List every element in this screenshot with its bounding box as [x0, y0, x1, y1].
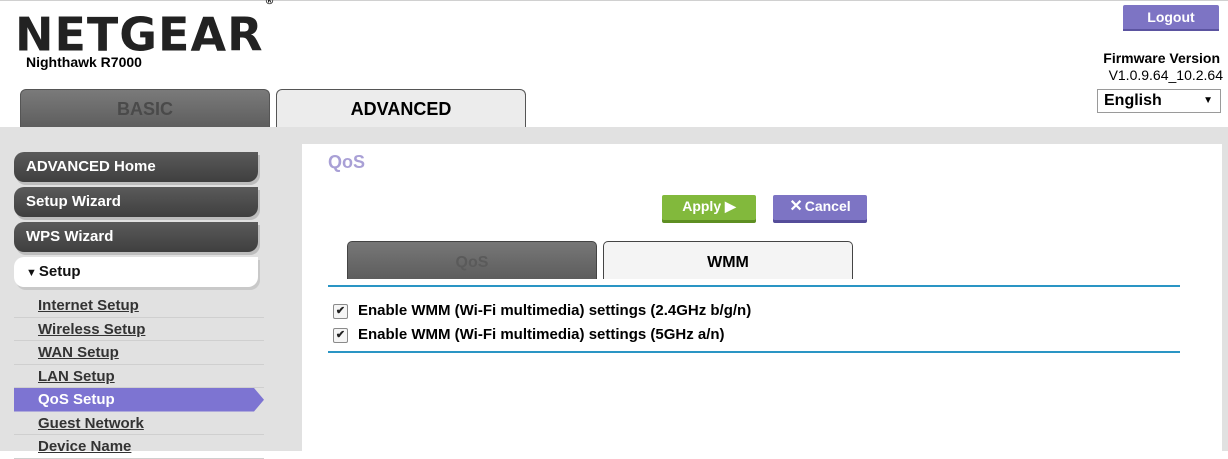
sidebar-item-guest-network[interactable]: Guest Network [14, 412, 264, 435]
wmm-24ghz-checkbox[interactable]: ✔ [333, 304, 348, 319]
tab-advanced[interactable]: ADVANCED [276, 89, 526, 127]
cancel-label: Cancel [804, 198, 851, 214]
sidebar-setup-submenu: Internet Setup Wireless Setup WAN Setup … [14, 294, 264, 459]
sidebar-item-lan-setup[interactable]: LAN Setup [14, 365, 264, 388]
logout-button[interactable]: Logout [1123, 5, 1219, 29]
sidebar-setup-label: Setup [38, 263, 81, 280]
sidebar-item-device-name[interactable]: Device Name [14, 435, 264, 459]
tab-qos[interactable]: QoS [347, 241, 597, 279]
sidebar-item-wan-setup[interactable]: WAN Setup [14, 341, 264, 365]
section-divider-bottom [328, 351, 1180, 353]
wmm-24ghz-label: Enable WMM (Wi-Fi multimedia) settings (… [358, 302, 752, 319]
top-divider [0, 0, 1228, 1]
wmm-24ghz-option: ✔ Enable WMM (Wi-Fi multimedia) settings … [333, 302, 751, 319]
section-divider-top [328, 285, 1180, 287]
apply-button[interactable]: Apply ▶ [662, 195, 756, 220]
sidebar-setup-section[interactable]: ▼ Setup [14, 257, 258, 287]
sidebar-wps-wizard-button[interactable]: WPS Wizard [14, 222, 258, 252]
close-icon: ✕ [789, 198, 803, 215]
tab-basic[interactable]: BASIC [20, 89, 270, 127]
sidebar-setup-wizard-button[interactable]: Setup Wizard [14, 187, 258, 217]
sidebar-advanced-home-button[interactable]: ADVANCED Home [14, 152, 258, 182]
language-select[interactable]: English ▼ [1097, 89, 1221, 113]
wmm-5ghz-checkbox[interactable]: ✔ [333, 328, 348, 343]
header: NETGEAR® Nighthawk R7000 Logout Firmware… [0, 0, 1228, 127]
wmm-5ghz-label: Enable WMM (Wi-Fi multimedia) settings (… [358, 326, 725, 343]
sidebar-item-internet-setup[interactable]: Internet Setup [14, 294, 264, 318]
sidebar-item-qos-setup[interactable]: QoS Setup [14, 388, 264, 412]
firmware-version: V1.0.9.64_10.2.64 [1108, 67, 1223, 83]
firmware-label: Firmware Version [1103, 50, 1220, 66]
model-name: Nighthawk R7000 [26, 54, 142, 70]
tab-wmm[interactable]: WMM [603, 241, 853, 279]
sidebar-item-wireless-setup[interactable]: Wireless Setup [14, 318, 264, 341]
wmm-5ghz-option: ✔ Enable WMM (Wi-Fi multimedia) settings … [333, 326, 725, 343]
triangle-down-icon: ▼ [26, 267, 37, 279]
cancel-button[interactable]: ✕ Cancel [773, 195, 867, 220]
language-value: English [1104, 92, 1162, 109]
chevron-down-icon: ▼ [1203, 95, 1213, 106]
main-panel: QoS Apply ▶ ✕ Cancel QoS WMM ✔ Enable WMM … [302, 144, 1222, 451]
page-title: QoS [328, 152, 366, 172]
